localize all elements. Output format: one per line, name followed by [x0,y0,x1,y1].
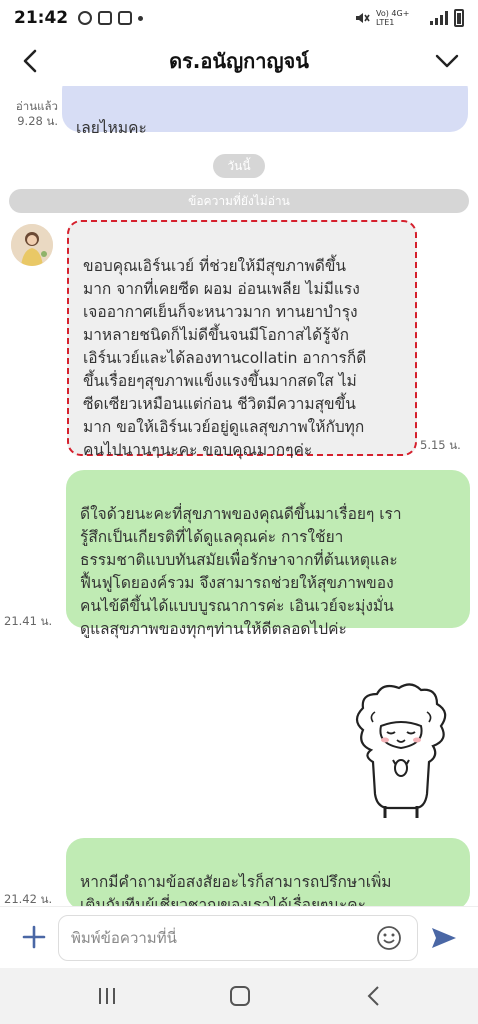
chat-area[interactable]: เลยไหมคะ อ่านแล้ว 9.28 น. วันนี้ ข้อความ… [0,86,478,906]
sent-message-time: 21.41 น. [4,614,53,628]
previous-message-meta: อ่านแล้ว 9.28 น. [4,99,58,129]
previous-message-bubble[interactable]: เลยไหมคะ [62,86,468,137]
previous-message-text: เลยไหมคะ [76,119,147,137]
mute-icon [356,13,370,23]
sent-message-text: หากมีคำถามข้อสงสัยอะไรก็สามารถปรึกษาเพิ่… [80,873,392,906]
message-input-bar [0,906,478,968]
back-arrow-icon[interactable] [18,48,44,74]
received-message-bubble[interactable]: ขอบคุณเอิร์นเวย์ ที่ช่วยให้มีสุขภาพดีขึ้… [67,220,417,459]
recent-apps-icon[interactable] [96,986,118,1006]
sent-message-bubble[interactable]: ดีใจด้วยนะคะที่สุขภาพของคุณดีขึ้นมาเรื่อ… [66,470,470,638]
system-icons: Vo) 4G+ LTE1 [354,9,464,27]
chat-header: ดร.อนัญกาญจน์ [0,36,478,86]
notification-icons [78,11,144,25]
emoji-icon[interactable] [376,925,402,951]
status-time: 21:42 [14,8,69,28]
sync-icon [78,11,93,25]
more-dot-icon [138,15,144,21]
received-message-text: ขอบคุณเอิร์นเวย์ ที่ช่วยให้มีสุขภาพดีขึ้… [83,257,367,459]
system-nav-bar [0,968,478,1024]
app-icon [98,11,113,25]
home-icon[interactable] [229,985,251,1007]
date-separator: วันนี้ [213,154,265,178]
avatar-image [11,224,53,266]
sheep-sticker[interactable] [345,682,457,822]
plus-icon[interactable] [20,923,48,951]
chat-title: ดร.อนัญกาญจน์ [169,49,309,73]
media-icon [118,11,133,25]
received-message-time: 5.15 น. [420,438,461,452]
sent-message-text: ดีใจด้วยนะคะที่สุขภาพของคุณดีขึ้นมาเรื่อ… [80,505,402,638]
sent-message-bubble[interactable]: หากมีคำถามข้อสงสัยอะไรก็สามารถปรึกษาเพิ่… [66,838,470,906]
network-label: Vo) 4G+ LTE1 [376,9,410,27]
unread-separator: ข้อความที่ยังไม่อ่าน [9,189,469,213]
previous-message-time: 9.28 น. [17,114,58,128]
nav-back-icon[interactable] [364,985,384,1007]
read-label: อ่านแล้ว [15,99,58,113]
message-input[interactable] [58,915,418,961]
signal-icon [430,11,448,25]
status-bar: 21:42 Vo) 4G+ LTE1 [0,0,478,36]
send-icon[interactable] [430,925,458,951]
battery-icon [454,9,464,27]
chevron-down-icon[interactable] [434,50,460,72]
sent-message-time: 21.42 น. [4,892,53,906]
avatar[interactable] [11,224,53,266]
